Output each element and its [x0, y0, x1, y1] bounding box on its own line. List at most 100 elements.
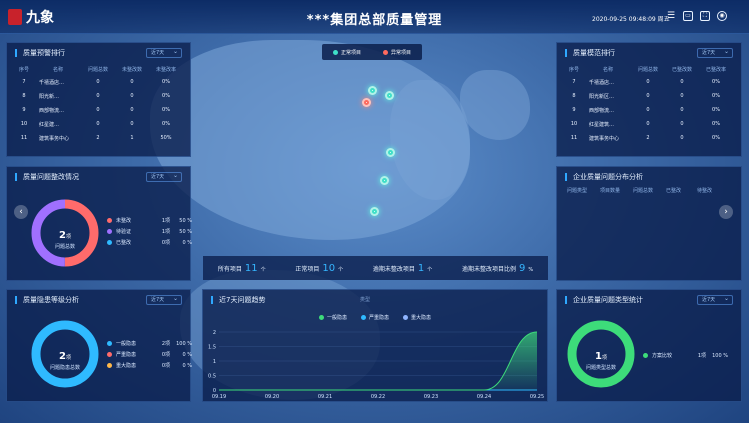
table-cell: 0 [646, 79, 650, 85]
screen-icon[interactable]: ▭ [683, 11, 693, 21]
table-cell: 1 [130, 135, 134, 141]
table-cell: 8 [572, 93, 576, 99]
table-cell: 0 [680, 121, 684, 127]
donut-value: 1 [595, 351, 602, 362]
distribution-header-row: 问题类型 项目数量 问题总数 已整改 待整改 [567, 187, 725, 194]
legend-dot [107, 229, 112, 234]
table-row[interactable]: 7 千禧酒店… 0 0 0% [563, 75, 733, 89]
fullscreen-icon[interactable]: ⛶ [700, 11, 710, 21]
trend-chart: 00.511.5209.19 09.20 09.21 09.22 09.23 09.24 0… [208, 330, 544, 400]
table-cell: 千禧酒店… [589, 79, 615, 86]
panel-title: 质量模范排行 [565, 49, 615, 57]
table-cell: 0 [680, 79, 684, 85]
table-header: 未整改数 [121, 66, 142, 73]
table-cell: 10 [20, 121, 28, 127]
legend-item: 已整改 0项 0 % [107, 237, 192, 248]
top-bar: 九象 ***集团总部质量管理 2020-09-25 09:48:09 周五 ☰ … [0, 0, 749, 34]
legend-pct: 50 % [179, 217, 192, 224]
map-marker-normal[interactable] [386, 148, 395, 157]
table-cell: 阳光新… [39, 93, 60, 100]
table-row[interactable]: 11 建筑事务中心 2 0 0% [563, 131, 733, 145]
prev-arrow-icon[interactable]: ‹ [14, 205, 28, 219]
legend-pct: 50 % [179, 228, 192, 235]
period-select[interactable]: 近7天 [146, 295, 182, 305]
table-header: 问题总数 [637, 66, 658, 73]
table-row[interactable]: 8 阳光新区… 0 0 0% [563, 89, 733, 103]
table-row[interactable]: 9 西部物流… 0 0 0% [563, 103, 733, 117]
standard-rank-panel: 质量模范排行 近7天 序号 名称 问题总数 已整改数 已整改率 7 千禧酒店… 0 0… [556, 42, 742, 157]
warning-rank-table: 序号 名称 问题总数 未整改数 未整改率 7 千禧酒店… 0 0 0% 8 阳光新… 0 0 0… [13, 63, 183, 145]
level-legend: 一般隐患 2项 100 % 严重隐患 0项 0 % 重大隐患 0项 0 % [107, 338, 192, 371]
panel-title: 质量隐患等级分析 [15, 296, 79, 304]
table-header: 问题类型 [567, 188, 588, 194]
table-header: 问题总数 [633, 188, 654, 194]
map-marker-normal[interactable] [368, 86, 377, 95]
legend-dot [107, 341, 112, 346]
table-cell: 0% [712, 135, 720, 141]
map-legend-item[interactable]: 正常项目 [332, 49, 361, 56]
legend-label: 严重隐患 [116, 352, 137, 358]
legend-pct: 100 % [712, 352, 728, 359]
panel-title: 质量问题整改情况 [15, 173, 79, 181]
table-cell: 阳光新区… [589, 93, 615, 100]
panel-title: 企业质量问题类型统计 [565, 296, 643, 304]
standard-rank-table: 序号 名称 问题总数 已整改数 已整改率 7 千禧酒店… 0 0 0% 8 阳光新区… 0 0… [563, 63, 733, 145]
period-select[interactable]: 近7天 [697, 295, 733, 305]
donut-unit: 项 [65, 234, 71, 240]
period-select[interactable]: 近7天 [146, 48, 182, 58]
legend-label: 一般隐患 [116, 341, 137, 347]
filter-icon[interactable]: ☰ [666, 11, 676, 21]
stat-label: 逾期未整改项目 [372, 265, 415, 273]
panel-title: 质量预警排行 [15, 49, 65, 57]
category-stats-panel: 企业质量问题类型统计 近7天 1项 问题类型总数 方案比较 1项 100 % [556, 289, 742, 402]
table-cell: 0 [680, 135, 684, 141]
table-cell: 0 [646, 93, 650, 99]
table-header: 序号 [568, 66, 579, 73]
next-arrow-icon[interactable]: › [719, 205, 733, 219]
y-tick-label: 2 [213, 330, 216, 336]
table-row[interactable]: 11 建筑事务中心 2 1 50% [13, 131, 183, 145]
table-row[interactable]: 9 西部物流… 0 0 0% [13, 103, 183, 117]
legend-pct: 0 % [182, 362, 192, 369]
table-row[interactable]: 8 阳光新… 0 0 0% [13, 89, 183, 103]
legend-item: 严重隐患 0项 0 % [107, 349, 192, 360]
user-icon[interactable]: ◉ [717, 11, 727, 21]
period-select[interactable]: 近7天 [697, 48, 733, 58]
donut-center: 2项 问题隐患总数 [29, 344, 101, 371]
map-legend-item[interactable]: 异常项目 [382, 49, 411, 56]
legend-dot [107, 352, 112, 357]
table-cell: 西部物流… [39, 107, 65, 114]
table-header: 序号 [18, 66, 29, 73]
table-row[interactable]: 10 红星建… 0 0 0% [13, 117, 183, 131]
table-row[interactable]: 7 千禧酒店… 0 0 0% [13, 75, 183, 89]
x-tick-label: 09.25 [530, 394, 544, 400]
map-marker-normal[interactable] [370, 207, 379, 216]
stat-label: 逾期未整改项目比例 [461, 265, 516, 273]
table-cell: 50% [160, 135, 172, 141]
table-cell: 9 [22, 107, 26, 113]
donut-label: 问题类型总数 [585, 365, 616, 371]
table-cell: 9 [572, 107, 576, 113]
table-cell: 0% [712, 121, 720, 127]
legend-item: 一般隐患 2项 100 % [107, 338, 192, 349]
map-marker-abnormal[interactable] [362, 98, 371, 107]
warning-rank-panel: 质量预警排行 近7天 序号 名称 问题总数 未整改数 未整改率 7 千禧酒店… 0 0… [6, 42, 191, 157]
table-cell: 7 [572, 79, 576, 85]
table-cell: 0 [130, 121, 134, 127]
table-header: 已整改 [666, 188, 682, 194]
table-cell: 红星建筑… [589, 121, 615, 128]
enterprise-distribution-panel: 企业质量问题分布分析 问题类型 项目数量 问题总数 已整改 待整改 [556, 166, 742, 281]
legend-label: 方案比较 [652, 353, 673, 359]
period-select[interactable]: 近7天 [146, 172, 182, 182]
panel-title: 企业质量问题分布分析 [565, 173, 643, 181]
table-cell: 0 [680, 93, 684, 99]
map-marker-normal[interactable] [385, 91, 394, 100]
legend-dot [107, 363, 112, 368]
table-cell: 0% [712, 79, 720, 85]
table-cell: 红星建… [39, 121, 60, 128]
map-marker-normal[interactable] [380, 176, 389, 185]
legend-label: 重大隐患 [116, 363, 137, 369]
legend-count: 1项 [161, 218, 170, 224]
table-row[interactable]: 10 红星建筑… 0 0 0% [563, 117, 733, 131]
legend-dot [332, 49, 338, 55]
